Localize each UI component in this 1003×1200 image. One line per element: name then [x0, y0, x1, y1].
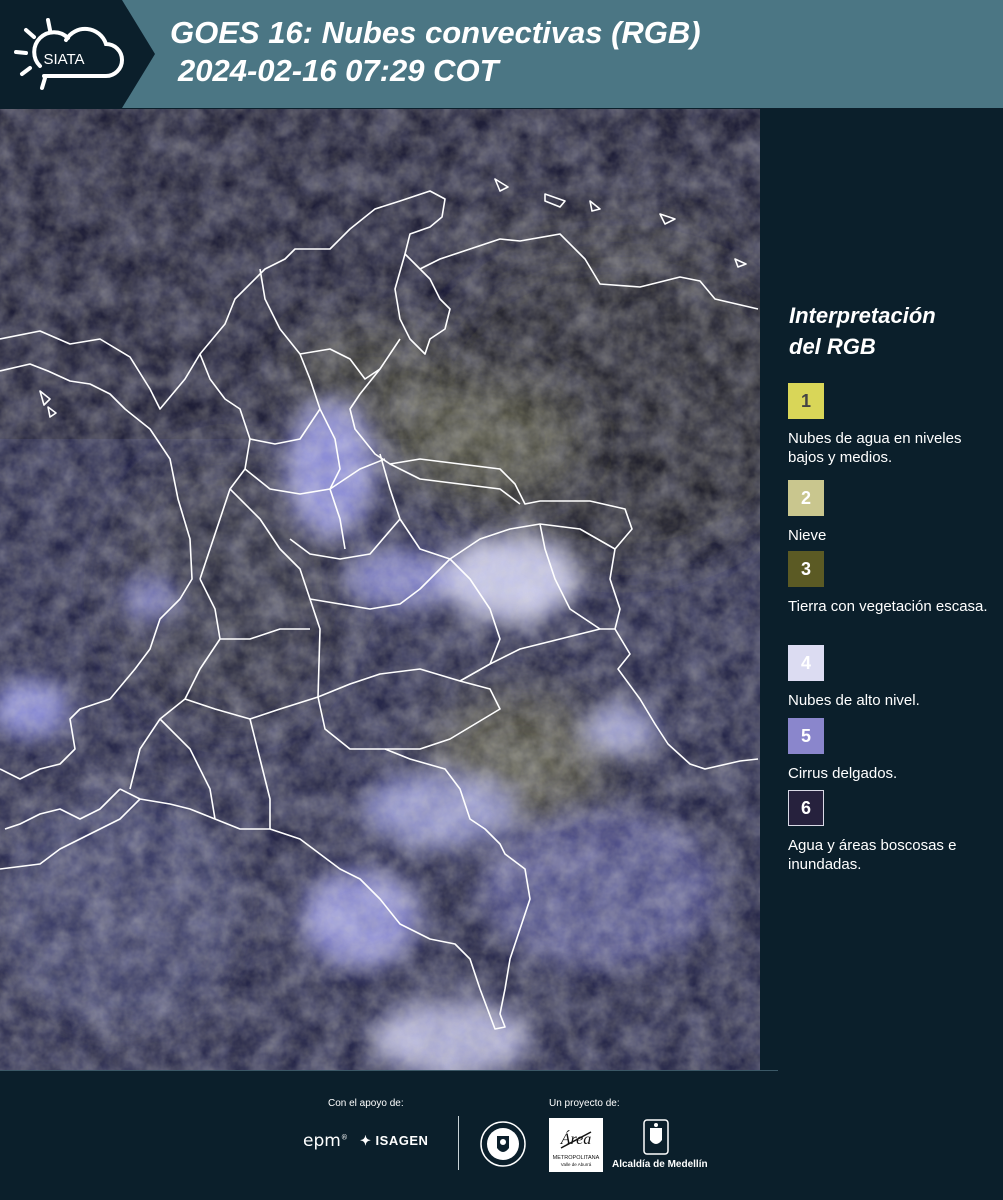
- legend-swatch-4: 4: [788, 645, 824, 681]
- page-title: GOES 16: Nubes convectivas (RGB) 2024-02…: [170, 14, 701, 90]
- header-bar: SIATA GOES 16: Nubes convectivas (RGB) 2…: [0, 0, 1003, 108]
- legend-title-line2: del RGB: [789, 334, 876, 359]
- isagen-icon: ✦: [360, 1133, 372, 1148]
- area-metropolitana-logo: Área METROPOLITANA Valle de Aburrá: [549, 1118, 603, 1172]
- legend-item-2: 2 Nieve: [788, 480, 993, 545]
- satellite-image: [0, 109, 760, 1071]
- project-label: Un proyecto de:: [549, 1098, 620, 1109]
- legend-label-2: Nieve: [788, 527, 827, 544]
- footer-separator: [458, 1116, 459, 1170]
- legend-label-6: Agua y áreas boscosas e inundadas.: [788, 837, 957, 873]
- legend-swatch-5: 5: [788, 718, 824, 754]
- svg-text:SIATA: SIATA: [43, 51, 84, 68]
- svg-text:METROPOLITANA: METROPOLITANA: [553, 1155, 600, 1161]
- support-label: Con el apoyo de:: [328, 1098, 404, 1109]
- svg-text:Valle de Aburrá: Valle de Aburrá: [561, 1162, 592, 1167]
- legend-item-6: 6 Agua y áreas boscosas e inundadas.: [788, 790, 993, 874]
- legend-label-4: Nubes de alto nivel.: [788, 692, 920, 709]
- legend-swatch-1: 1: [788, 383, 824, 419]
- isagen-logo: ✦ ISAGEN: [360, 1133, 429, 1148]
- legend-title: Interpretación del RGB: [789, 300, 995, 362]
- epm-logo: epm®: [303, 1131, 348, 1151]
- svg-text:Área: Área: [560, 1129, 592, 1148]
- siata-logo: SIATA: [14, 18, 124, 90]
- legend-item-1: 1 Nubes de agua en niveles bajos y medio…: [788, 383, 993, 467]
- title-product: GOES 16: Nubes convectivas (RGB): [170, 15, 701, 50]
- legend-label-3: Tierra con vegetación escasa.: [788, 598, 988, 615]
- legend-label-5: Cirrus delgados.: [788, 765, 898, 782]
- legend-swatch-3: 3: [788, 551, 824, 587]
- rgb-legend: Interpretación del RGB 1 Nubes de agua e…: [775, 300, 995, 873]
- legend-item-4: 4 Nubes de alto nivel.: [788, 645, 993, 710]
- satellite-map: [0, 109, 760, 1071]
- medellin-seal: [480, 1121, 526, 1167]
- alcaldia-shield-icon: [643, 1119, 669, 1155]
- legend-title-line1: Interpretación: [789, 303, 936, 328]
- legend-swatch-6: 6: [788, 790, 824, 826]
- legend-label-1: Nubes de agua en niveles bajos y medios.: [788, 430, 962, 466]
- alcaldia-label: Alcaldía de Medellín: [612, 1159, 708, 1170]
- legend-item-3: 3 Tierra con vegetación escasa.: [788, 551, 993, 616]
- legend-item-5: 5 Cirrus delgados.: [788, 718, 993, 783]
- footer-divider: [0, 1070, 778, 1071]
- title-timestamp: 2024-02-16 07:29 COT: [178, 53, 499, 88]
- legend-swatch-2: 2: [788, 480, 824, 516]
